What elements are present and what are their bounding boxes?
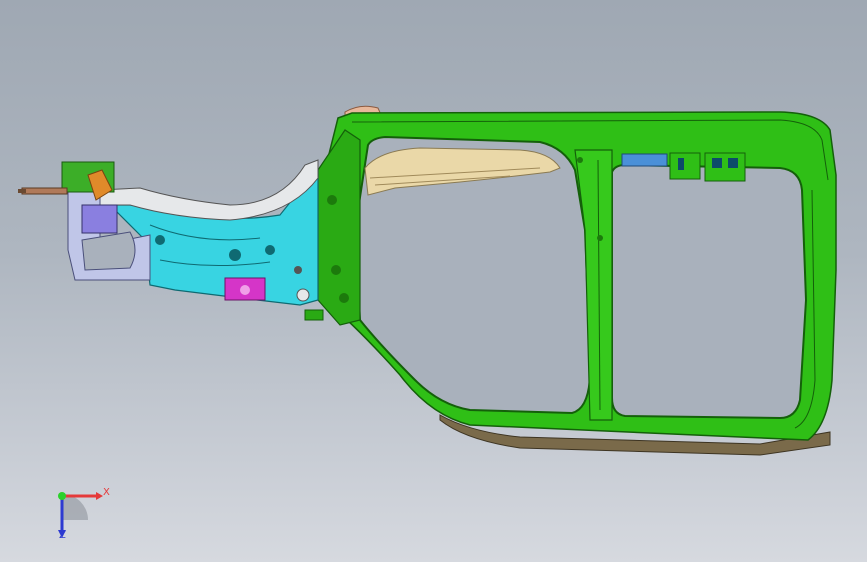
latch-bracket-1	[669, 152, 701, 180]
cad-graphics-viewport[interactable]: X Z	[0, 0, 867, 562]
rear-door-opening	[611, 163, 808, 420]
side-body-model[interactable]	[0, 0, 867, 562]
purple-part	[81, 204, 118, 234]
latch-bracket-2	[704, 152, 746, 182]
front-rod	[21, 187, 68, 195]
a-pillar-hinge	[317, 129, 361, 326]
blue-bracket-part	[621, 153, 668, 167]
triad-shadow	[62, 494, 88, 520]
x-axis-label: X	[103, 487, 110, 498]
y-axis-origin	[58, 492, 66, 500]
z-axis-label: Z	[59, 530, 66, 541]
